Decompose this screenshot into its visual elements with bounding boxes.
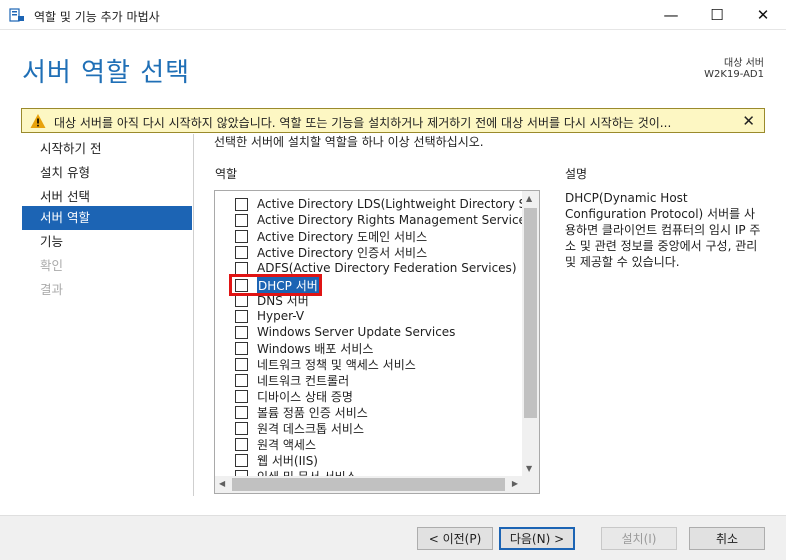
role-item[interactable]: 원격 데스크톱 서비스 <box>235 420 364 436</box>
nav-item-server-roles[interactable]: 서버 역할 <box>22 206 192 230</box>
checkbox[interactable] <box>235 341 248 355</box>
scroll-left-icon[interactable]: ◀ <box>219 479 225 488</box>
checkbox[interactable] <box>235 261 248 275</box>
role-label: 네트워크 정책 및 액세스 서비스 <box>257 357 416 372</box>
role-label: Windows 배포 서비스 <box>257 341 374 356</box>
role-item[interactable]: 웹 서버(IIS) <box>235 452 318 468</box>
warning-text: 대상 서버를 아직 다시 시작하지 않았습니다. 역할 또는 기능을 설치하거나… <box>54 116 672 130</box>
warning-icon <box>30 114 46 128</box>
role-item[interactable]: Active Directory 인증서 서비스 <box>235 244 427 260</box>
checkbox[interactable] <box>235 437 248 451</box>
role-label: Windows Server Update Services <box>257 325 456 339</box>
checkbox[interactable] <box>235 213 248 227</box>
role-item[interactable]: 디바이스 상태 증명 <box>235 388 353 404</box>
target-server-name: W2K19-AD1 <box>704 69 764 80</box>
nav-item-installation-type[interactable]: 설치 유형 <box>22 161 192 185</box>
wizard-footer: < 이전(P) 다음(N) > 설치(I) 취소 <box>0 515 786 560</box>
instruction-text: 선택한 서버에 설치할 역할을 하나 이상 선택하십시오. <box>214 135 484 149</box>
role-item[interactable]: 볼륨 정품 인증 서비스 <box>235 404 368 420</box>
checkbox[interactable] <box>235 325 248 339</box>
role-item[interactable]: Active Directory Rights Management Servi… <box>235 212 532 228</box>
role-label: 웹 서버(IIS) <box>257 453 318 468</box>
checkbox[interactable] <box>235 453 248 467</box>
divider <box>193 134 194 496</box>
checkbox[interactable] <box>235 309 248 323</box>
target-server-label: 대상 서버 <box>724 58 764 69</box>
role-label: Active Directory 인증서 서비스 <box>257 245 428 260</box>
checkbox[interactable] <box>235 245 248 259</box>
server-manager-icon <box>9 8 24 22</box>
highlight-annotation <box>229 274 322 296</box>
role-item[interactable]: 원격 액세스 <box>235 436 316 452</box>
role-label: 디바이스 상태 증명 <box>257 389 353 404</box>
horizontal-scroll-thumb[interactable] <box>232 478 505 491</box>
vertical-scrollbar[interactable]: ▲ ▼ <box>522 191 539 476</box>
install-button: 설치(I) <box>601 527 677 550</box>
description-text: DHCP(Dynamic Host Configuration Protocol… <box>565 191 761 269</box>
role-label: Active Directory 도메인 서비스 <box>257 229 428 244</box>
nav-item-results: 결과 <box>40 282 64 297</box>
nav-item-features[interactable]: 기능 <box>22 230 192 254</box>
window-title: 역할 및 기능 추가 마법사 <box>34 10 160 24</box>
warning-banner: 대상 서버를 아직 다시 시작하지 않았습니다. 역할 또는 기능을 설치하거나… <box>21 108 765 133</box>
checkbox[interactable] <box>235 357 248 371</box>
vertical-scroll-thumb[interactable] <box>524 208 537 418</box>
scroll-right-icon[interactable]: ▶ <box>512 479 518 488</box>
role-item[interactable]: Active Directory LDS(Lightweight Directo… <box>235 196 540 212</box>
cancel-button[interactable]: 취소 <box>689 527 765 550</box>
role-item[interactable]: Active Directory 도메인 서비스 <box>235 228 427 244</box>
role-item[interactable]: Windows 배포 서비스 <box>235 340 373 356</box>
checkbox[interactable] <box>235 197 248 211</box>
role-item[interactable]: 네트워크 컨트롤러 <box>235 372 349 388</box>
warning-close-icon[interactable]: ✕ <box>742 112 755 130</box>
role-label: 원격 액세스 <box>257 437 317 452</box>
maximize-button[interactable]: ☐ <box>694 0 740 30</box>
next-button[interactable]: 다음(N) > <box>499 527 575 550</box>
scroll-up-icon[interactable]: ▲ <box>526 194 532 203</box>
role-item[interactable]: Windows Server Update Services <box>235 324 455 340</box>
checkbox[interactable] <box>235 405 248 419</box>
checkbox[interactable] <box>235 421 248 435</box>
role-label: ADFS(Active Directory Federation Service… <box>257 261 517 275</box>
horizontal-scrollbar[interactable]: ◀ ▶ <box>215 476 522 493</box>
role-label: 원격 데스크톱 서비스 <box>257 421 364 436</box>
minimize-button[interactable]: — <box>648 0 694 30</box>
nav-item-confirmation: 확인 <box>40 258 64 273</box>
role-label: Active Directory LDS(Lightweight Directo… <box>257 197 540 211</box>
checkbox[interactable] <box>235 389 248 403</box>
scrollbar-corner <box>522 476 539 493</box>
nav-item-before-you-begin[interactable]: 시작하기 전 <box>22 137 192 161</box>
role-label: 볼륨 정품 인증 서비스 <box>257 405 368 420</box>
role-label: 네트워크 컨트롤러 <box>257 373 350 388</box>
checkbox[interactable] <box>235 229 248 243</box>
title-bar: 역할 및 기능 추가 마법사 — ☐ ✕ <box>0 0 786 30</box>
role-item[interactable]: 네트워크 정책 및 액세스 서비스 <box>235 356 416 372</box>
checkbox[interactable] <box>235 373 248 387</box>
close-button[interactable]: ✕ <box>740 0 786 30</box>
previous-button[interactable]: < 이전(P) <box>417 527 493 550</box>
role-label: Active Directory Rights Management Servi… <box>257 213 533 227</box>
role-item[interactable]: Hyper-V <box>235 308 304 324</box>
roles-list[interactable]: Active Directory LDS(Lightweight Directo… <box>214 190 540 494</box>
description-label: 설명 <box>565 167 588 181</box>
page-title: 서버 역할 선택 <box>22 58 191 88</box>
role-label: Hyper-V <box>257 309 305 323</box>
scroll-down-icon[interactable]: ▼ <box>526 464 532 473</box>
roles-label: 역할 <box>215 167 238 181</box>
